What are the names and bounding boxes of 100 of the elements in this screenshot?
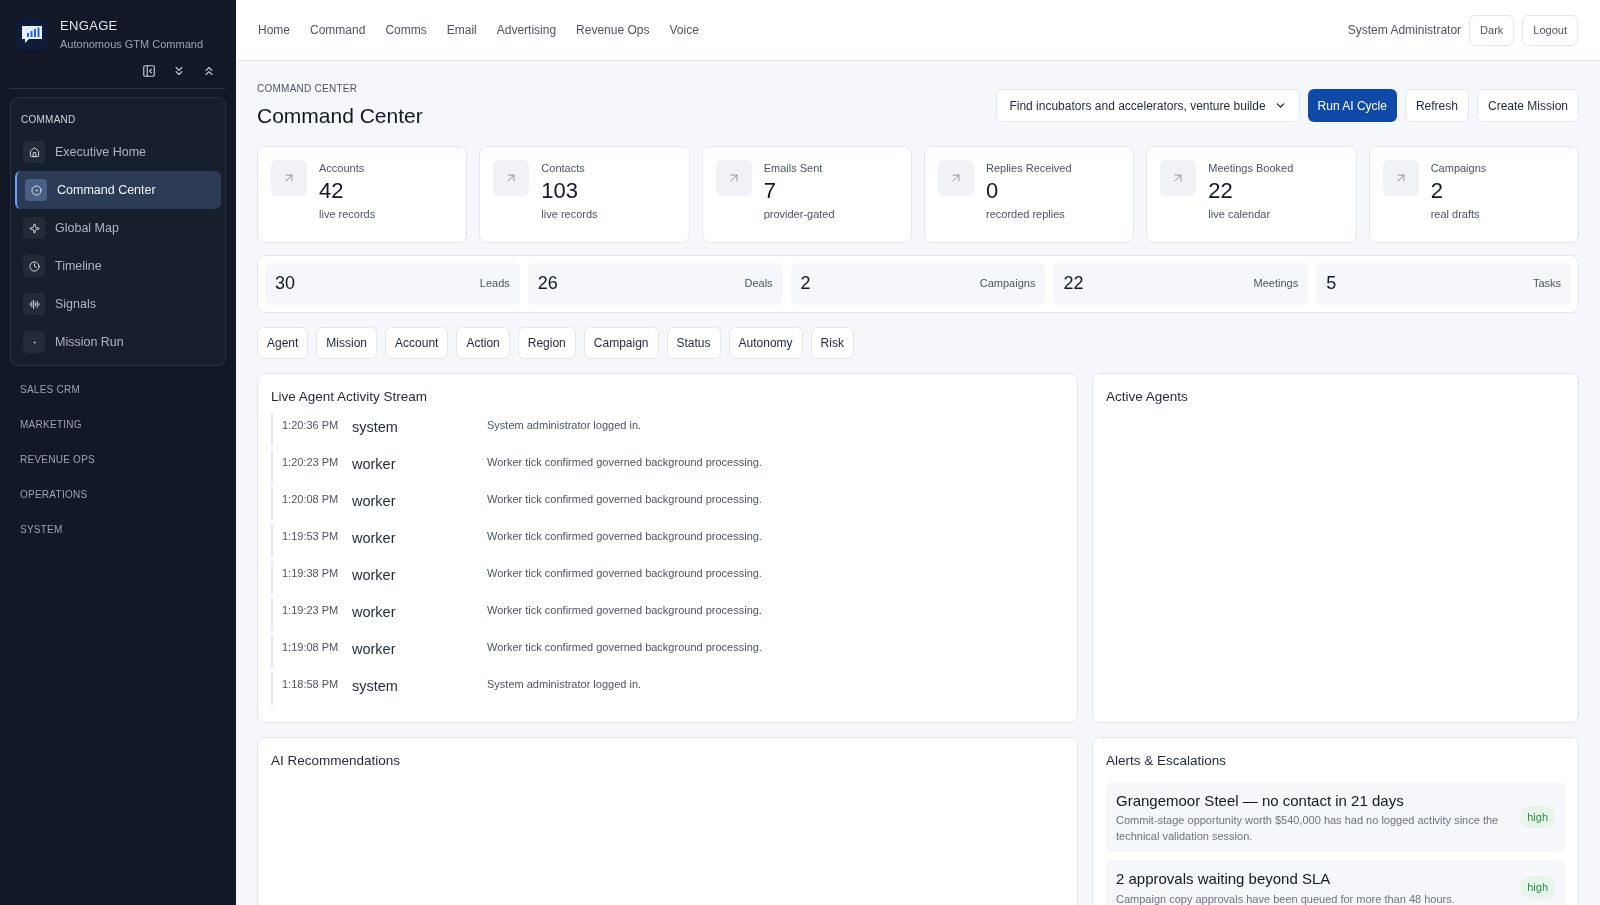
nav-section-header[interactable]: SALES CRM <box>10 372 226 407</box>
event-message: System administrator logged in. <box>487 417 642 433</box>
event-time: 1:19:23 PM <box>282 602 340 618</box>
event-time: 1:19:53 PM <box>282 528 340 544</box>
summary-tile: 5 Tasks <box>1316 262 1571 305</box>
sidebar-item[interactable]: Mission Run <box>15 323 221 361</box>
header-button[interactable]: Dark <box>1469 14 1515 46</box>
panel-title: Alerts & Escalations <box>1106 751 1228 770</box>
event-message: System administrator logged in. <box>487 676 642 692</box>
stat-value: 103 <box>541 177 580 205</box>
event-actor: worker <box>352 491 397 511</box>
nav-section-header[interactable]: COMMAND <box>15 112 82 133</box>
stat-note: real drafts <box>1430 207 1481 222</box>
user-name: System Administrator <box>1347 22 1462 39</box>
summary-tile: 22 Meetings <box>1053 262 1309 305</box>
filter-chip[interactable]: Account <box>385 326 449 359</box>
nav-link[interactable]: Email <box>446 21 477 39</box>
filter-chip[interactable]: Action <box>456 326 510 359</box>
event-message: Worker tick confirmed governed background processing. <box>487 565 762 581</box>
event-time: 1:20:08 PM <box>282 491 340 507</box>
panel-title: Active Agents <box>1106 387 1189 406</box>
stat-label: Accounts <box>319 160 366 176</box>
severity-badge: high <box>1520 805 1555 829</box>
brand-tagline: Autonomous GTM Command <box>60 36 204 52</box>
nav-link[interactable]: Home <box>258 21 290 39</box>
action-button[interactable]: Create Mission <box>1476 89 1579 122</box>
event-message: Worker tick confirmed governed background processing. <box>487 602 762 618</box>
event-message: Worker tick confirmed governed background processing. <box>487 454 762 470</box>
sidebar-item[interactable]: Signals <box>15 285 221 323</box>
nav-link[interactable]: Advertising <box>496 21 557 39</box>
stat-value: 0 <box>986 177 1000 205</box>
brand-name: ENGAGE <box>60 17 119 35</box>
stat-note: provider-gated <box>763 207 835 222</box>
sound-wave-icon <box>23 293 45 315</box>
filter-chip[interactable]: Region <box>517 326 576 359</box>
nav-section-header[interactable]: MARKETING <box>10 407 226 442</box>
stat-value: 7 <box>763 177 777 205</box>
event-message: Worker tick confirmed governed background processing. <box>487 639 762 655</box>
stat-note: live records <box>319 207 376 222</box>
header-button[interactable]: Logout <box>1522 14 1578 46</box>
action-button[interactable]: Refresh <box>1404 89 1469 122</box>
stat-label: Replies Received <box>986 160 1072 176</box>
event-time: 1:19:08 PM <box>282 639 340 655</box>
nav-section-header[interactable]: OPERATIONS <box>10 477 226 512</box>
nav-section-header[interactable]: REVENUE OPS <box>10 442 226 477</box>
summary-tile: 2 Campaigns <box>790 262 1046 305</box>
nav-link[interactable]: Comms <box>385 21 427 39</box>
stat-value: 42 <box>319 177 345 205</box>
event-actor: worker <box>352 602 397 622</box>
stat-value: 22 <box>1208 177 1234 205</box>
nav-link[interactable]: Revenue Ops <box>576 21 650 39</box>
nav-section-header[interactable]: SYSTEM <box>10 512 226 547</box>
stat-label: Emails Sent <box>763 160 824 176</box>
alert-title: Grangemoor Steel — no contact in 21 days <box>1116 790 1405 811</box>
sidebar-item[interactable]: Executive Home <box>15 133 221 171</box>
sidebar-item[interactable]: Timeline <box>15 247 221 285</box>
filter-chip[interactable]: Autonomy <box>728 326 803 359</box>
summary-tile: 30 Leads <box>265 262 520 305</box>
collapse-all-icon[interactable] <box>202 64 216 78</box>
summary-tile: 26 Deals <box>527 262 783 305</box>
sparkle-icon <box>23 217 45 239</box>
sidebar-item[interactable]: Global Map <box>15 209 221 247</box>
filter-chip[interactable]: Mission <box>316 326 378 359</box>
stat-label: Campaigns <box>1430 160 1487 176</box>
event-time: 1:20:36 PM <box>282 417 340 433</box>
event-actor: system <box>352 676 399 696</box>
event-time: 1:19:38 PM <box>282 565 340 581</box>
severity-badge: high <box>1520 876 1555 899</box>
target-icon <box>25 179 47 201</box>
stat-label: Meetings Booked <box>1208 160 1294 176</box>
stat-note: live calendar <box>1208 207 1272 222</box>
stat-note: live records <box>541 207 598 222</box>
alert-title: 2 approvals waiting beyond SLA <box>1116 869 1332 890</box>
nav-link[interactable]: Voice <box>669 21 699 39</box>
stat-value: 2 <box>1430 177 1444 205</box>
home-icon <box>23 141 45 163</box>
clock-icon <box>23 255 45 277</box>
collapse-sidebar-icon[interactable] <box>142 64 156 78</box>
event-time: 1:20:23 PM <box>282 454 340 470</box>
event-time: 1:18:58 PM <box>282 676 340 692</box>
filter-chip[interactable]: Status <box>666 326 721 359</box>
nav-link[interactable]: Command <box>310 21 366 39</box>
panel-title: AI Recommendations <box>271 751 402 770</box>
expand-all-icon[interactable] <box>172 64 186 78</box>
stat-note: recorded replies <box>986 207 1066 222</box>
stat-label: Contacts <box>541 160 586 176</box>
filter-chip[interactable]: Agent <box>257 326 309 359</box>
page-title: Command Center <box>257 103 423 129</box>
event-actor: worker <box>352 565 397 585</box>
event-actor: system <box>352 417 399 437</box>
filter-chip[interactable]: Risk <box>810 326 854 359</box>
event-message: Worker tick confirmed governed background processing. <box>487 528 762 544</box>
event-actor: worker <box>352 528 397 548</box>
mission-select[interactable]: Find incubators and accelerators, venture builde <box>996 89 1300 122</box>
breadcrumb: COMMAND CENTER <box>257 82 359 96</box>
sidebar-item[interactable]: Command Center <box>15 171 221 209</box>
alert-description: Commit-stage opportunity worth $540,000 has had no logged activity since the technical validation session. <box>1116 813 1500 845</box>
filter-chip[interactable]: Campaign <box>583 326 659 359</box>
action-button[interactable]: Run AI Cycle <box>1307 89 1397 122</box>
event-actor: worker <box>352 639 397 659</box>
